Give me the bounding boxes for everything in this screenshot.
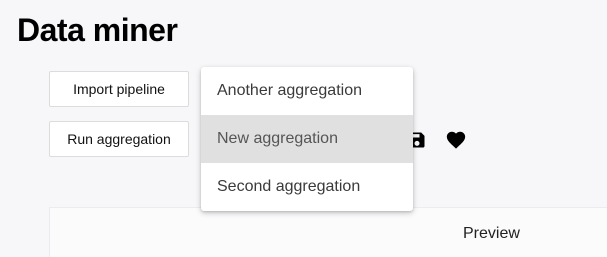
- aggregation-dropdown-menu: Another aggregation New aggregation Seco…: [201, 67, 413, 211]
- page-title: Data miner: [17, 12, 178, 48]
- app-root: Data miner Import pipeline Run aggregati…: [0, 0, 607, 257]
- menu-item-second-aggregation[interactable]: Second aggregation: [201, 163, 413, 211]
- menu-item-another-aggregation[interactable]: Another aggregation: [201, 67, 413, 115]
- preview-tab-label[interactable]: Preview: [463, 225, 520, 243]
- heart-icon[interactable]: [445, 129, 467, 151]
- menu-item-new-aggregation[interactable]: New aggregation: [201, 115, 413, 163]
- run-aggregation-button[interactable]: Run aggregation: [49, 121, 189, 157]
- import-pipeline-button[interactable]: Import pipeline: [49, 71, 189, 107]
- preview-panel: Preview: [49, 207, 607, 257]
- heart-icon-graphic: [446, 131, 466, 149]
